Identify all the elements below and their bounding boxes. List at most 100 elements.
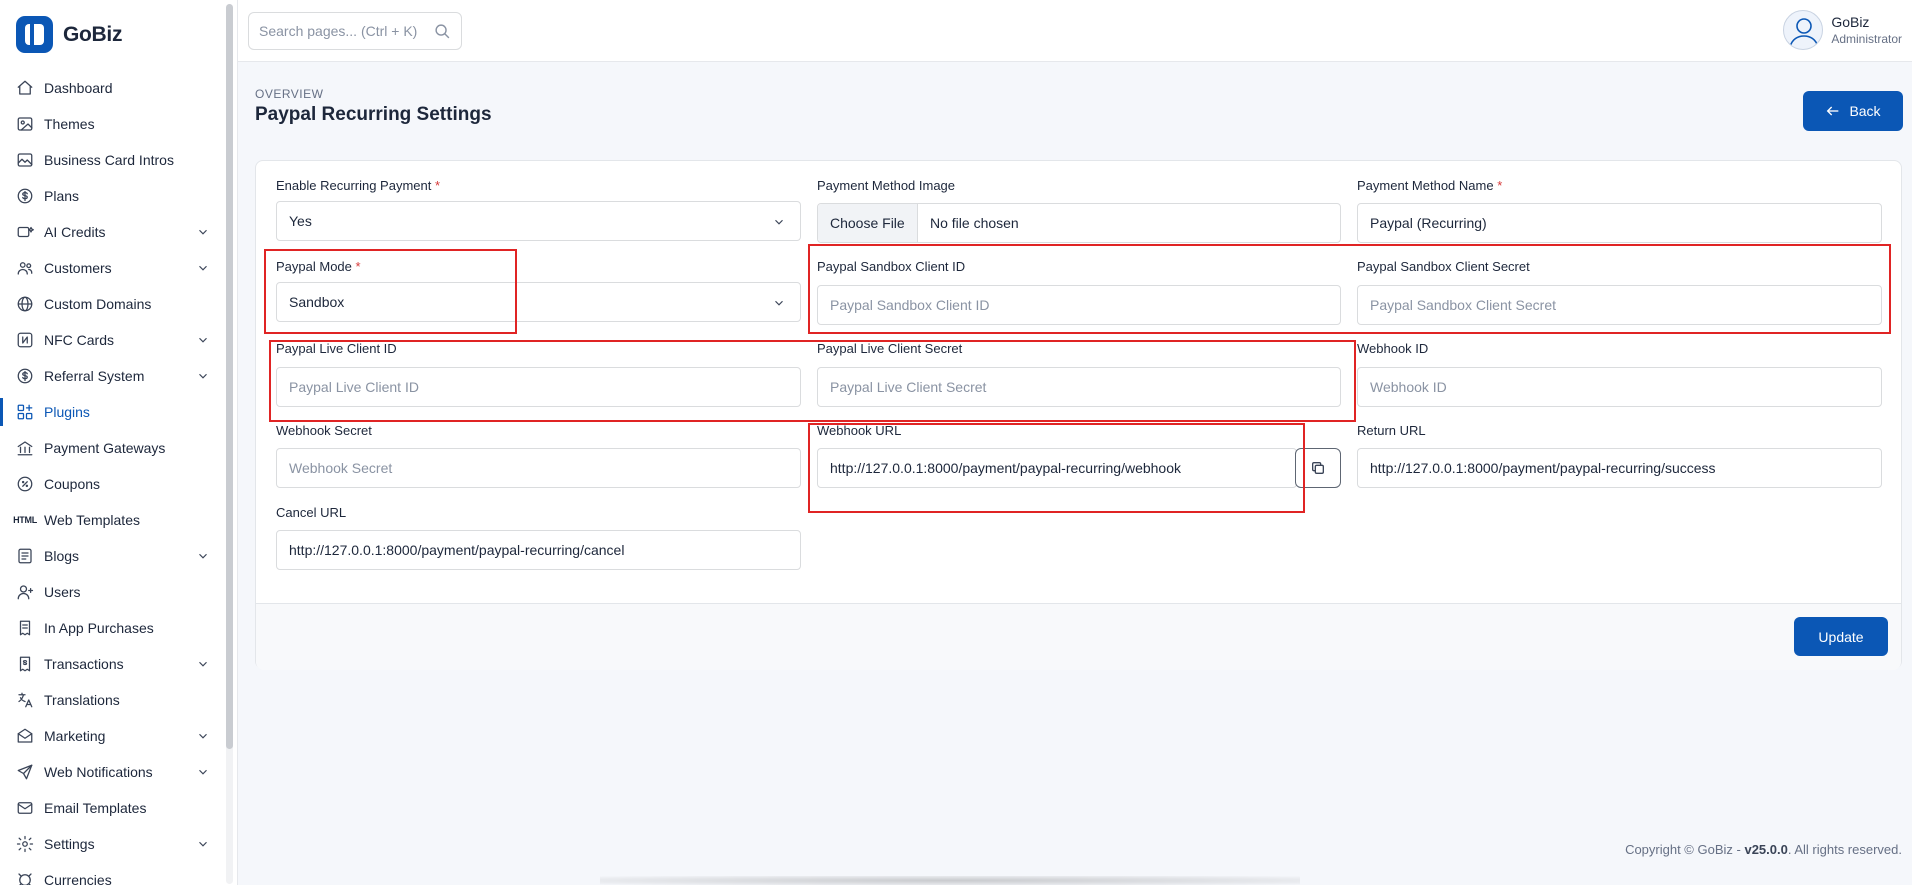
- sidebar-item-dashboard[interactable]: Dashboard: [0, 70, 222, 106]
- chevron-down-icon[interactable]: [196, 837, 210, 851]
- webhook-secret-input[interactable]: Webhook Secret: [276, 448, 801, 488]
- cancel-url-label: Cancel URL: [276, 505, 347, 520]
- brand[interactable]: GoBiz: [16, 16, 122, 53]
- list-icon: [16, 547, 34, 565]
- sidebar-item-marketing[interactable]: Marketing: [0, 718, 222, 754]
- cancel-url-input[interactable]: http://127.0.0.1:8000/payment/paypal-rec…: [276, 530, 801, 570]
- copyright: Copyright © GoBiz - v25.0.0. All rights …: [1625, 842, 1902, 857]
- search-input[interactable]: [259, 23, 429, 39]
- sidebar-item-referral-system[interactable]: Referral System: [0, 358, 222, 394]
- language-icon: [16, 691, 34, 709]
- sandbox-client-id-input[interactable]: Paypal Sandbox Client ID: [817, 285, 1341, 325]
- copy-webhook-url-button[interactable]: [1295, 448, 1341, 488]
- update-button[interactable]: Update: [1794, 617, 1888, 656]
- sidebar-item-business-card-intros[interactable]: Business Card Intros: [0, 142, 222, 178]
- sidebar-item-coupons[interactable]: Coupons: [0, 466, 222, 502]
- brand-name: GoBiz: [63, 22, 123, 46]
- nfc-icon: [16, 331, 34, 349]
- receipt-icon: [16, 619, 34, 637]
- sidebar-item-blogs[interactable]: Blogs: [0, 538, 222, 574]
- back-button[interactable]: Back: [1803, 91, 1903, 131]
- photo-icon: [16, 151, 34, 169]
- choose-file-button[interactable]: Choose File: [818, 204, 918, 242]
- enable-recurring-select[interactable]: Yes: [276, 201, 801, 241]
- sidebar-item-users[interactable]: Users: [0, 574, 222, 610]
- webhook-url-label: Webhook URL: [817, 423, 902, 438]
- search-box[interactable]: [248, 12, 462, 50]
- sidebar-item-label: In App Purchases: [44, 620, 154, 636]
- sidebar-item-payment-gateways[interactable]: Payment Gateways: [0, 430, 222, 466]
- sidebar-item-web-templates[interactable]: HTML Web Templates: [0, 502, 222, 538]
- paypal-mode-select[interactable]: Sandbox: [276, 282, 801, 322]
- sidebar-item-plugins[interactable]: Plugins: [0, 394, 222, 430]
- live-client-id-input[interactable]: Paypal Live Client ID: [276, 367, 801, 407]
- sidebar-scrollbar[interactable]: [226, 4, 233, 749]
- back-button-label: Back: [1849, 103, 1881, 119]
- sandbox-client-secret-input[interactable]: Paypal Sandbox Client Secret: [1357, 285, 1882, 325]
- receipt-dollar-icon: [16, 655, 34, 673]
- paypal-mode-value: Sandbox: [289, 294, 345, 310]
- sidebar-item-label: Translations: [44, 692, 120, 708]
- chevron-down-icon[interactable]: [196, 765, 210, 779]
- sidebar-item-plans[interactable]: Plans: [0, 178, 222, 214]
- sidebar-item-customers[interactable]: Customers: [0, 250, 222, 286]
- chevron-down-icon[interactable]: [196, 333, 210, 347]
- sidebar-item-label: Plans: [44, 188, 80, 204]
- user-icon: [16, 583, 34, 601]
- sidebar-item-currencies[interactable]: Currencies: [0, 862, 222, 885]
- method-name-input[interactable]: Paypal (Recurring): [1357, 203, 1882, 243]
- sidebar-item-ai-credits[interactable]: AI Credits: [0, 214, 222, 250]
- chevron-down-icon[interactable]: [196, 549, 210, 563]
- sidebar-item-email-templates[interactable]: Email Templates: [0, 790, 222, 826]
- chevron-down-icon[interactable]: [196, 225, 210, 239]
- page-title: Paypal Recurring Settings: [255, 104, 492, 125]
- sidebar-item-label: Coupons: [44, 476, 101, 492]
- sidebar-item-label: Custom Domains: [44, 296, 152, 312]
- live-client-secret-label: Paypal Live Client Secret: [817, 341, 963, 356]
- webhook-url-input[interactable]: http://127.0.0.1:8000/payment/paypal-rec…: [817, 448, 1297, 488]
- sidebar-item-in-app-purchases[interactable]: In App Purchases: [0, 610, 222, 646]
- sandbox-client-id-label: Paypal Sandbox Client ID: [817, 259, 966, 274]
- user-menu[interactable]: GoBiz Administrator: [1783, 10, 1902, 50]
- mail-icon: [16, 799, 34, 817]
- sidebar-item-label: NFC Cards: [44, 332, 115, 348]
- mail-open-icon: [16, 727, 34, 745]
- sidebar-item-settings[interactable]: Settings: [0, 826, 222, 862]
- sidebar-item-label: AI Credits: [44, 224, 106, 240]
- method-image-file-input[interactable]: Choose File No file chosen: [817, 203, 1341, 243]
- sidebar-item-label: Users: [44, 584, 81, 600]
- sidebar-item-custom-domains[interactable]: Custom Domains: [0, 286, 222, 322]
- sidebar-item-label: Web Templates: [44, 512, 140, 528]
- card-footer: [256, 603, 1901, 670]
- top-header: GoBiz Administrator: [238, 0, 1912, 62]
- sidebar-item-web-notifications[interactable]: Web Notifications: [0, 754, 222, 790]
- sidebar-item-translations[interactable]: Translations: [0, 682, 222, 718]
- chevron-down-icon: [775, 300, 783, 306]
- enable-recurring-label: Enable Recurring Payment *: [276, 178, 441, 193]
- avatar[interactable]: [1783, 10, 1824, 50]
- sidebar-item-label: Currencies: [44, 872, 112, 885]
- chevron-down-icon[interactable]: [196, 261, 210, 275]
- building-bank-icon: [16, 439, 34, 457]
- chevron-down-icon[interactable]: [196, 369, 210, 383]
- live-client-id-label: Paypal Live Client ID: [276, 341, 397, 356]
- return-url-label: Return URL: [1357, 423, 1426, 438]
- sidebar-item-nfc-cards[interactable]: NFC Cards: [0, 322, 222, 358]
- globe-icon: [16, 295, 34, 313]
- sidebar-item-themes[interactable]: Themes: [0, 106, 222, 142]
- sidebar-item-transactions[interactable]: Transactions: [0, 646, 222, 682]
- chevron-down-icon: [775, 219, 783, 225]
- webhook-id-input[interactable]: Webhook ID: [1357, 367, 1882, 407]
- return-url-input[interactable]: http://127.0.0.1:8000/payment/paypal-rec…: [1357, 448, 1882, 488]
- sidebar-item-label: Web Notifications: [44, 764, 153, 780]
- chevron-down-icon[interactable]: [196, 729, 210, 743]
- sidebar-item-label: Themes: [44, 116, 95, 132]
- live-client-secret-input[interactable]: Paypal Live Client Secret: [817, 367, 1341, 407]
- currency-icon: [16, 871, 34, 885]
- chevron-down-icon[interactable]: [196, 657, 210, 671]
- arrow-left-icon: [1827, 106, 1839, 116]
- sidebar-item-label: Settings: [44, 836, 95, 852]
- search-icon[interactable]: [434, 23, 451, 40]
- sidebar-item-label: Email Templates: [44, 800, 147, 816]
- bottom-shadow: [600, 876, 1300, 885]
